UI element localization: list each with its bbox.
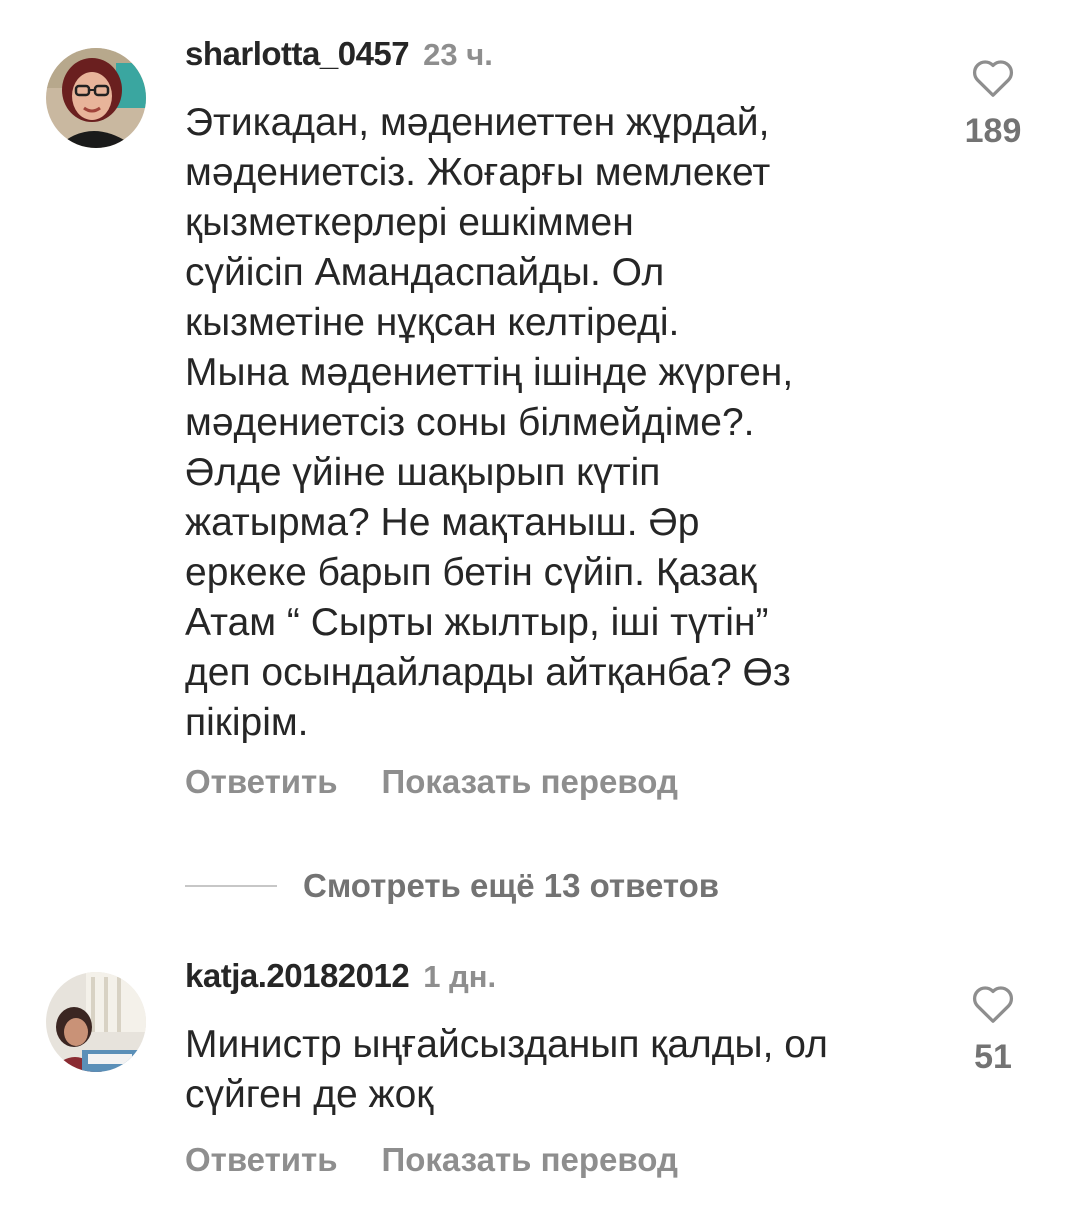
comment-item: katja.20182012 1 дн. Министр ыңғайсызданы… <box>0 940 1080 1220</box>
comment-timestamp: 23 ч. <box>423 37 493 72</box>
user-avatar-woman-glasses-icon <box>46 48 146 148</box>
like-count: 189 <box>964 112 1022 150</box>
user-avatar[interactable] <box>46 48 146 148</box>
comment-timestamp: 1 дн. <box>423 959 497 994</box>
reply-button[interactable]: Ответить <box>185 763 338 800</box>
comment-text: Этикадан, мәдениеттен жұрдай, мәдениетсі… <box>185 101 794 744</box>
show-translation-button[interactable]: Показать перевод <box>382 763 678 800</box>
user-avatar-woman-desk-icon <box>46 972 146 1072</box>
comment-actions: Ответить Показать перевод <box>185 762 678 802</box>
comment-meta: katja.20182012 1 дн. <box>185 956 496 997</box>
username-link[interactable]: sharlotta_0457 <box>185 35 410 72</box>
replies-divider-line <box>185 885 277 887</box>
comment-actions: Ответить Показать перевод <box>185 1140 678 1180</box>
heart-outline-icon[interactable] <box>971 984 1015 1024</box>
like-control: 189 <box>933 58 1053 151</box>
comment-item: sharlotta_0457 23 ч. Этикадан, мәдениетте… <box>0 0 1080 840</box>
like-count: 51 <box>974 1038 1012 1076</box>
comment-text: Министр ыңғайсызданып қалды, ол сүйген д… <box>185 1023 828 1116</box>
user-avatar[interactable] <box>46 972 146 1072</box>
view-more-replies-button[interactable]: Смотреть ещё 13 ответов <box>185 864 719 908</box>
comment-meta: sharlotta_0457 23 ч. <box>185 34 493 75</box>
like-control: 51 <box>933 984 1053 1077</box>
username-link[interactable]: katja.20182012 <box>185 957 410 994</box>
show-translation-button[interactable]: Показать перевод <box>382 1141 678 1178</box>
view-more-replies-label: Смотреть ещё 13 ответов <box>303 867 720 904</box>
reply-button[interactable]: Ответить <box>185 1141 338 1178</box>
heart-outline-icon[interactable] <box>971 58 1015 98</box>
